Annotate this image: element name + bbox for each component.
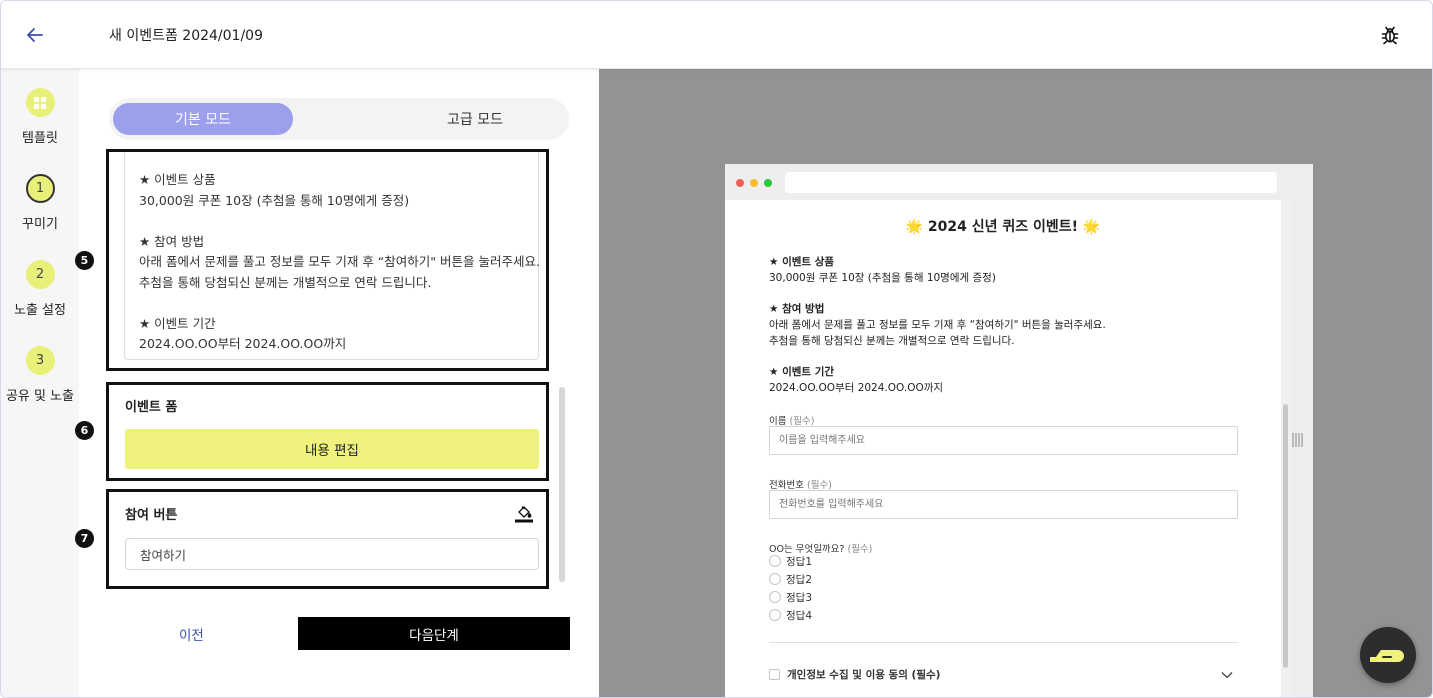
preview-line: 추첨을 통해 당첨되신 분께는 개별적으로 연락 드립니다. (769, 335, 1015, 347)
preview-line: ★ 이벤트 상품 (769, 256, 835, 268)
step-label: 노출 설정 (14, 303, 66, 318)
maximize-dot (764, 179, 772, 187)
step-sidebar: 템플릿 1 꾸미기 2 노출 설정 3 공유 및 노출 (1, 69, 79, 697)
preview-line: 2024.OO.OO부터 2024.OO.OO까지 (769, 382, 944, 394)
description-line: ★ 참여 방법 (139, 233, 205, 249)
chevron-down-icon[interactable] (1221, 669, 1233, 679)
preview-line: 30,000원 쿠폰 10장 (추첨을 통해 10명에게 증정) (769, 272, 996, 284)
name-input[interactable] (769, 426, 1238, 455)
browser-mockup: 🌟 2024 신년 퀴즈 이벤트! 🌟 ★ 이벤트 상품 30,000원 쿠폰 … (725, 164, 1313, 697)
radio-option[interactable]: 정답1 (769, 553, 812, 569)
consent-checkbox[interactable]: 개인정보 수집 및 이용 동의 (필수) (769, 667, 940, 682)
url-bar (785, 172, 1277, 193)
description-line: ★ 이벤트 기간 (139, 315, 216, 331)
chat-support-icon[interactable] (1360, 627, 1416, 683)
preview-title: 🌟 2024 신년 퀴즈 이벤트! 🌟 (905, 219, 1101, 235)
radio-option[interactable]: 정답2 (769, 571, 812, 587)
phone-field-label: 전화번호 (필수) (769, 480, 832, 491)
preview-scrollbar[interactable] (1281, 200, 1291, 697)
step-marker-5: 5 (75, 251, 94, 270)
preview-scroll-thumb[interactable] (1283, 404, 1288, 668)
radio-option[interactable]: 정답3 (769, 589, 812, 605)
back-arrow-icon[interactable] (23, 23, 47, 47)
editor-scroll-thumb[interactable] (559, 387, 565, 582)
grid-icon (25, 88, 55, 117)
paint-bucket-icon[interactable] (513, 502, 535, 524)
preview-panel: 🌟 2024 신년 퀴즈 이벤트! 🌟 ★ 이벤트 상품 30,000원 쿠폰 … (599, 69, 1432, 697)
radio-circle (769, 591, 781, 603)
step-label: 공유 및 노출 (5, 389, 75, 404)
description-line: 추첨을 통해 당첨되신 분께는 개별적으로 연락 드립니다. (139, 274, 432, 290)
edit-content-button[interactable]: 내용 편집 (125, 429, 539, 469)
mode-toggle: 기본 모드 고급 모드 (109, 98, 569, 140)
step-decorate[interactable]: 1 꾸미기 (1, 174, 79, 232)
preview-page: 🌟 2024 신년 퀴즈 이벤트! 🌟 ★ 이벤트 상품 30,000원 쿠폰 … (725, 200, 1281, 697)
step-template[interactable]: 템플릿 (1, 88, 79, 146)
description-section: ★ 이벤트 상품 30,000원 쿠폰 10장 (추첨을 통해 10명에게 증정… (106, 149, 549, 371)
app-frame: 새 이벤트폼 2024/01/09 템플릿 1 꾸미기 2 노출 설정 3 공유… (0, 0, 1433, 698)
preview-line: 아래 폼에서 문제를 풀고 정보를 모두 기재 후 “참여하기" 버튼을 눌러주… (769, 319, 1106, 331)
preview-line: ★ 이벤트 기간 (769, 366, 835, 378)
join-button-title: 참여 버튼 (125, 508, 178, 523)
bug-icon[interactable] (1378, 23, 1402, 47)
preview-divider (769, 642, 1238, 643)
description-line: 2024.OO.OO부터 2024.OO.OO까지 (139, 336, 347, 351)
page-title: 새 이벤트폼 2024/01/09 (109, 28, 263, 44)
description-textarea[interactable]: ★ 이벤트 상품 30,000원 쿠폰 10장 (추첨을 통해 10명에게 증정… (124, 152, 540, 360)
description-line: ★ 이벤트 상품 (139, 172, 216, 187)
advanced-mode-tab[interactable]: 고급 모드 (385, 103, 565, 135)
step-label: 꾸미기 (22, 217, 58, 232)
step-marker-7: 7 (75, 529, 94, 548)
minimize-dot (750, 179, 758, 187)
name-field-label: 이름 (필수) (769, 416, 815, 427)
event-form-title: 이벤트 폼 (125, 400, 178, 415)
join-button-section: 참여 버튼 (106, 489, 549, 589)
description-line: 아래 폼에서 문제를 풀고 정보를 모두 기재 후 “참여하기" 버튼을 눌러주… (139, 254, 540, 269)
step-number: 1 (25, 174, 55, 203)
preview-line: ★ 참여 방법 (769, 303, 825, 315)
step-exposure[interactable]: 2 노출 설정 (1, 260, 79, 318)
step-number: 2 (25, 260, 55, 289)
step-share[interactable]: 3 공유 및 노출 (1, 346, 79, 404)
browser-toolbar (725, 164, 1313, 200)
top-header: 새 이벤트폼 2024/01/09 (1, 1, 1432, 69)
radio-option[interactable]: 정답4 (769, 607, 812, 623)
basic-mode-tab[interactable]: 기본 모드 (113, 103, 293, 135)
join-button-text-input[interactable] (125, 538, 539, 570)
editor-panel: 기본 모드 고급 모드 ★ 이벤트 상품 30,000원 쿠폰 10장 (추첨을… (75, 69, 599, 697)
step-label: 템플릿 (22, 131, 58, 146)
step-number: 3 (25, 346, 55, 375)
description-line: 30,000원 쿠폰 10장 (추첨을 통해 10명에게 증정) (139, 192, 410, 208)
radio-circle (769, 555, 781, 567)
step-marker-6: 6 (75, 421, 94, 440)
prev-button[interactable]: 이전 (179, 624, 204, 644)
resize-handle-icon[interactable] (1291, 432, 1305, 448)
phone-input[interactable] (769, 490, 1238, 519)
close-dot (736, 179, 744, 187)
radio-circle (769, 609, 781, 621)
checkbox-box (769, 669, 780, 680)
event-form-section: 이벤트 폼 내용 편집 (106, 382, 549, 481)
next-step-button[interactable]: 다음단계 (298, 617, 570, 650)
radio-circle (769, 573, 781, 585)
